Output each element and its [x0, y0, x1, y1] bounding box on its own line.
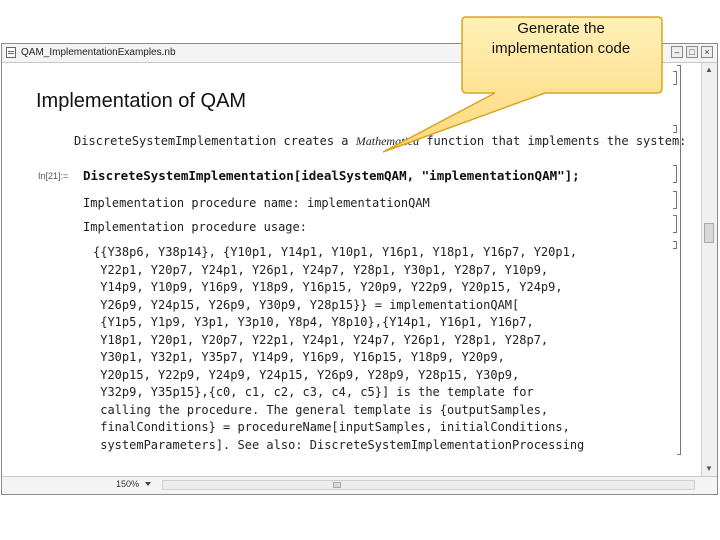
- usage-line: {{Y38p6, Y38p14}, {Y10p1, Y14p1, Y10p1, …: [93, 245, 578, 259]
- input-label: In[21]:=: [38, 171, 69, 181]
- minimize-button[interactable]: –: [671, 46, 683, 58]
- window-title: QAM_ImplementationExamples.nb: [21, 47, 176, 58]
- scroll-up-icon[interactable]: ▲: [703, 64, 715, 76]
- description-emphasis: Mathematica: [355, 134, 420, 148]
- close-button[interactable]: ×: [701, 46, 713, 58]
- vertical-scroll-thumb[interactable]: [704, 223, 714, 243]
- status-bar: 150%: [2, 476, 717, 494]
- description-text: DiscreteSystemImplementation creates a M…: [74, 134, 686, 149]
- horizontal-scroll-thumb[interactable]: [333, 482, 341, 488]
- output-procedure-usage-label: Implementation procedure usage:: [83, 220, 307, 234]
- vertical-scrollbar[interactable]: ▲ ▼: [701, 63, 717, 476]
- cell-brackets: [659, 63, 681, 476]
- zoom-dropdown-icon[interactable]: [145, 482, 151, 486]
- callout-line-2: implementation code: [491, 40, 631, 57]
- description-suffix: function that implements the system:: [419, 134, 687, 148]
- usage-line: Y14p9, Y10p9, Y16p9, Y18p9, Y16p15, Y20p…: [93, 280, 563, 294]
- output-procedure-name: Implementation procedure name: implement…: [83, 196, 430, 210]
- usage-line: Y30p1, Y32p1, Y35p7, Y14p9, Y16p9, Y16p1…: [93, 350, 505, 364]
- usage-line: systemParameters]. See also: DiscreteSys…: [93, 437, 585, 452]
- usage-line: finalConditions} = procedureName[inputSa…: [93, 420, 570, 434]
- usage-line: Y32p9, Y35p15},{c0, c1, c2, c3, c4, c5}]…: [93, 385, 534, 399]
- scroll-down-icon[interactable]: ▼: [703, 463, 715, 475]
- cell-group-bracket[interactable]: [677, 65, 681, 455]
- window-controls: – □ ×: [671, 46, 713, 58]
- usage-line: Y26p9, Y24p15, Y26p9, Y30p9, Y28p15}} = …: [93, 297, 520, 312]
- zoom-level[interactable]: 150%: [116, 479, 139, 489]
- input-cell[interactable]: DiscreteSystemImplementation[idealSystem…: [83, 168, 580, 183]
- usage-line: Y20p15, Y22p9, Y24p9, Y24p15, Y26p9, Y28…: [93, 367, 520, 382]
- notebook-content[interactable]: Implementation of QAM DiscreteSystemImpl…: [2, 63, 687, 476]
- usage-line: {Y1p5, Y1p9, Y3p1, Y3p10, Y8p4, Y8p10},{…: [93, 315, 534, 329]
- horizontal-scrollbar[interactable]: [162, 480, 695, 490]
- maximize-button[interactable]: □: [686, 46, 698, 58]
- callout-line-1: Generate the: [517, 20, 605, 37]
- section-heading: Implementation of QAM: [36, 90, 247, 112]
- usage-line: calling the procedure. The general templ…: [93, 402, 549, 417]
- notebook-window: QAM_ImplementationExamples.nb – □ × Impl…: [1, 43, 718, 495]
- callout-annotation: Generate the implementation code: [461, 19, 661, 59]
- usage-line: Y18p1, Y20p1, Y20p7, Y22p1, Y24p1, Y24p7…: [93, 332, 549, 347]
- usage-line: Y22p1, Y20p7, Y24p1, Y26p1, Y24p7, Y28p1…: [93, 262, 549, 277]
- description-prefix: DiscreteSystemImplementation creates a: [74, 134, 356, 148]
- notebook-icon: [6, 47, 16, 58]
- usage-template-block: {{Y38p6, Y38p14}, {Y10p1, Y14p1, Y10p1, …: [93, 244, 584, 454]
